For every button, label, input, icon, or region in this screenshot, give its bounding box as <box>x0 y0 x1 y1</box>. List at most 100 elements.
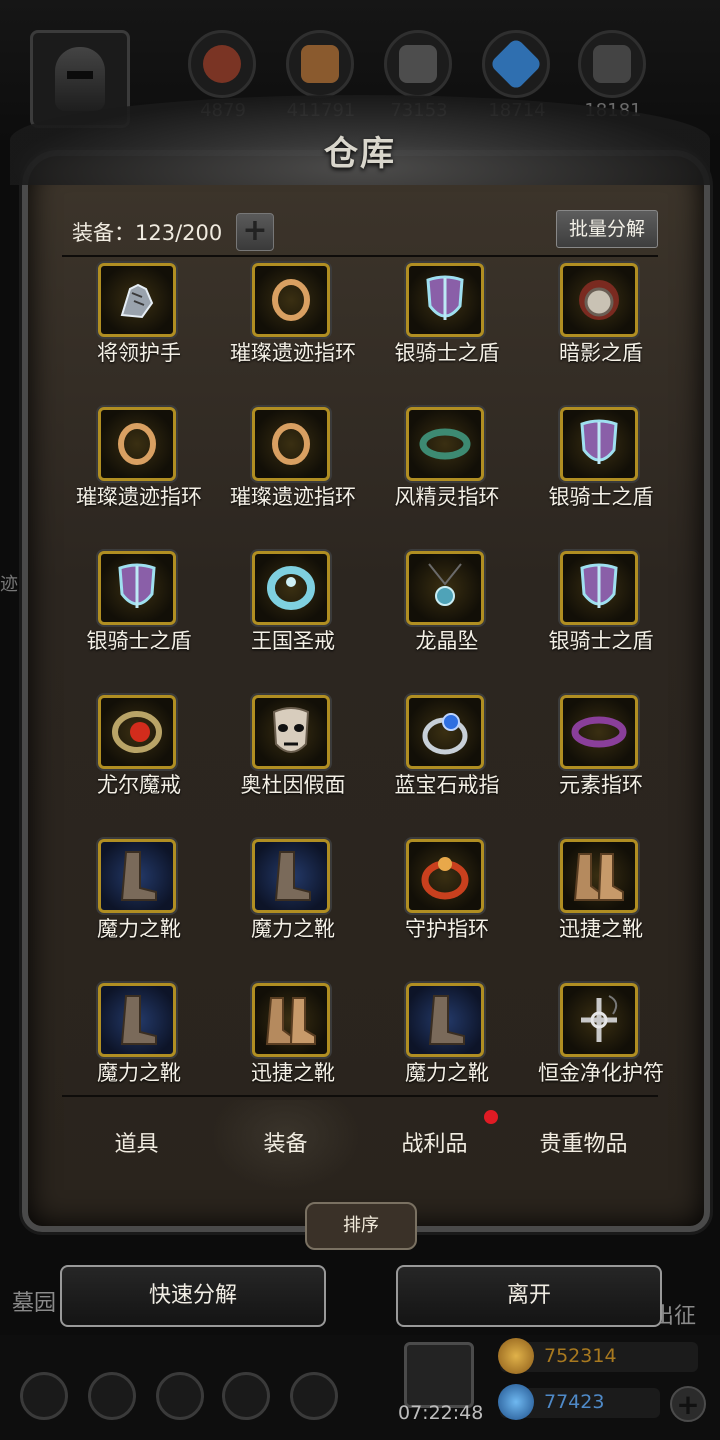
item-cell[interactable]: 魔力之靴 <box>62 833 216 973</box>
guild-icon[interactable] <box>156 1372 204 1420</box>
item-slot[interactable] <box>98 695 176 769</box>
item-cell[interactable]: 银骑士之盾 <box>370 257 524 397</box>
settings-icon[interactable] <box>20 1372 68 1420</box>
expand-capacity-button[interactable]: + <box>236 213 274 251</box>
item-cell[interactable]: 奥杜因假面 <box>216 689 370 829</box>
tab-equipment[interactable]: 装备 <box>211 1100 360 1190</box>
magic-boots-icon <box>120 851 157 901</box>
item-slot[interactable] <box>252 551 330 625</box>
item-cell[interactable]: 王国圣戒 <box>216 545 370 685</box>
item-cell[interactable]: 暗影之盾 <box>524 257 678 397</box>
item-name: 奥杜因假面 <box>240 773 346 797</box>
magic-boots-icon <box>428 995 465 1045</box>
swift-boots-icon <box>265 997 316 1045</box>
gift-chest-icon[interactable] <box>404 1342 474 1408</box>
gem-amount: 77423 <box>544 1391 605 1413</box>
item-cell[interactable]: 迅捷之靴 <box>524 833 678 973</box>
chest-timer: 07:22:48 <box>398 1402 484 1424</box>
item-name: 风精灵指环 <box>394 485 500 509</box>
gold-amount: 752314 <box>544 1345 617 1367</box>
item-slot[interactable] <box>252 983 330 1057</box>
item-slot[interactable] <box>560 407 638 481</box>
item-cell[interactable]: 银骑士之盾 <box>524 545 678 685</box>
achievement-icon[interactable] <box>88 1372 136 1420</box>
item-cell[interactable]: 魔力之靴 <box>216 833 370 973</box>
helmet-icon <box>55 47 105 111</box>
background-label-left: 墓园 <box>12 1291 57 1316</box>
item-cell[interactable]: 龙晶坠 <box>370 545 524 685</box>
sort-button[interactable]: 排序 <box>305 1202 417 1250</box>
item-cell[interactable]: 守护指环 <box>370 833 524 973</box>
tab-items[interactable]: 道具 <box>62 1100 211 1190</box>
gold-ring-icon <box>118 423 156 465</box>
ruby-ring-icon <box>112 711 162 753</box>
item-slot[interactable] <box>98 983 176 1057</box>
item-name: 银骑士之盾 <box>86 629 192 653</box>
item-cell[interactable]: 蓝宝石戒指 <box>370 689 524 829</box>
item-name: 暗影之盾 <box>559 341 643 365</box>
gauntlet-icon <box>120 283 154 319</box>
category-tabs: 道具 装备 战利品 贵重物品 <box>62 1100 658 1190</box>
item-cell[interactable]: 银骑士之盾 <box>524 401 678 541</box>
item-cell[interactable]: 尤尔魔戒 <box>62 689 216 829</box>
item-slot[interactable] <box>98 407 176 481</box>
item-slot[interactable] <box>560 695 638 769</box>
equipment-count: 装备：123/200 <box>72 221 223 245</box>
tab-valuables[interactable]: 贵重物品 <box>509 1100 658 1190</box>
battle-icon[interactable] <box>290 1372 338 1420</box>
divider <box>62 1095 658 1097</box>
swift-boots-icon <box>573 853 624 901</box>
iron-icon <box>593 45 631 83</box>
item-slot[interactable] <box>98 839 176 913</box>
item-slot[interactable] <box>252 839 330 913</box>
green-ring-icon <box>419 428 471 460</box>
leave-button[interactable]: 离开 <box>396 1265 662 1327</box>
item-slot[interactable] <box>406 983 484 1057</box>
meat-icon <box>203 45 241 83</box>
warehouse-content: 装备：123/200 + 批量分解 将领护手 璀璨遗迹指环 银骑士之盾 暗影之盾… <box>62 205 664 1225</box>
item-slot[interactable] <box>560 983 638 1057</box>
item-slot[interactable] <box>560 551 638 625</box>
purple-ring-icon <box>571 716 627 748</box>
batch-decompose-button[interactable]: 批量分解 <box>556 210 658 248</box>
quick-decompose-button[interactable]: 快速分解 <box>60 1265 326 1327</box>
item-slot[interactable] <box>98 551 176 625</box>
item-name: 蓝宝石戒指 <box>394 773 500 797</box>
amulet-icon <box>581 995 618 1042</box>
magic-boots-icon <box>120 995 157 1045</box>
notification-dot <box>484 1110 498 1124</box>
add-currency-button[interactable]: + <box>670 1386 706 1422</box>
item-name: 将领护手 <box>97 341 181 365</box>
item-slot[interactable] <box>406 407 484 481</box>
item-cell[interactable]: 元素指环 <box>524 689 678 829</box>
shield-icon <box>580 563 618 608</box>
item-name: 璀璨遗迹指环 <box>230 341 356 365</box>
item-slot[interactable] <box>406 551 484 625</box>
item-cell[interactable]: 璀璨遗迹指环 <box>62 401 216 541</box>
item-slot[interactable] <box>98 263 176 337</box>
item-slot[interactable] <box>406 839 484 913</box>
item-slot[interactable] <box>560 839 638 913</box>
stone-icon <box>399 45 437 83</box>
item-slot[interactable] <box>252 407 330 481</box>
item-cell[interactable]: 璀璨遗迹指环 <box>216 401 370 541</box>
item-slot[interactable] <box>560 263 638 337</box>
item-cell[interactable]: 风精灵指环 <box>370 401 524 541</box>
item-name: 龙晶坠 <box>415 629 479 653</box>
item-slot[interactable] <box>406 263 484 337</box>
magic-boots-icon <box>274 851 311 901</box>
item-name: 璀璨遗迹指环 <box>76 485 202 509</box>
item-name: 守护指环 <box>405 917 489 941</box>
item-cell[interactable]: 璀璨遗迹指环 <box>216 257 370 397</box>
item-cell[interactable]: 银骑士之盾 <box>62 545 216 685</box>
red-ring-icon <box>421 857 469 900</box>
pendant-icon <box>428 563 462 606</box>
mail-icon[interactable] <box>222 1372 270 1420</box>
item-name: 王国圣戒 <box>251 629 335 653</box>
item-slot[interactable] <box>252 263 330 337</box>
item-slot[interactable] <box>252 695 330 769</box>
item-name: 银骑士之盾 <box>548 629 654 653</box>
item-name: 恒金净化护符 <box>538 1061 664 1085</box>
item-slot[interactable] <box>406 695 484 769</box>
item-cell[interactable]: 将领护手 <box>62 257 216 397</box>
